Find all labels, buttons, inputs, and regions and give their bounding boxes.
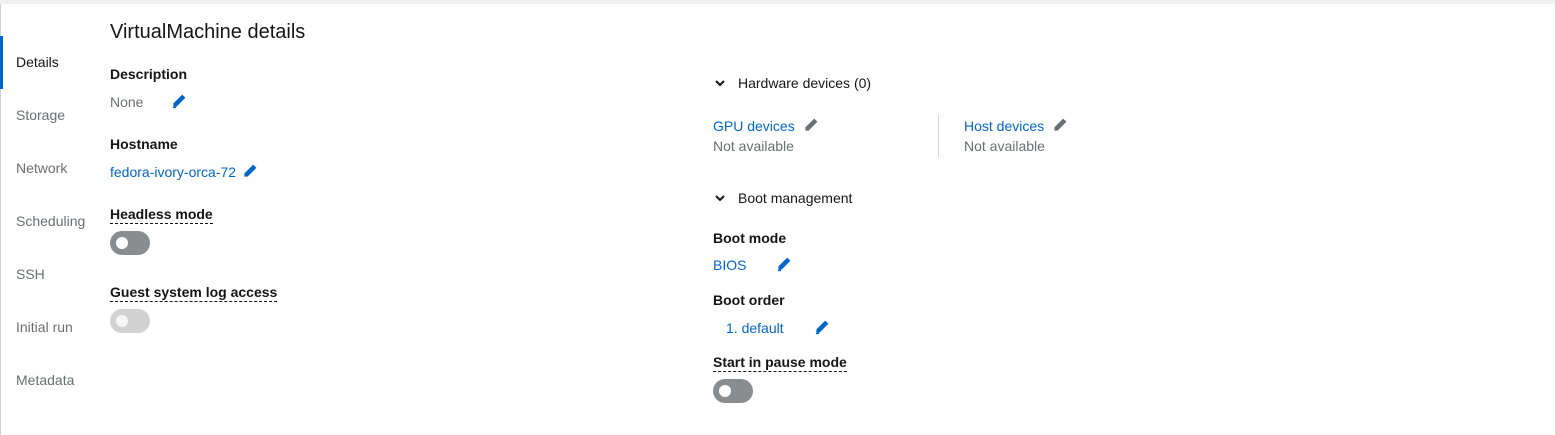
- guest-log-label: Guest system log access: [110, 284, 278, 302]
- boot-order-row: 1. default: [726, 319, 830, 336]
- nav-item-network[interactable]: Network: [0, 142, 100, 195]
- headless-mode-label-text: Headless mode: [110, 206, 213, 224]
- nav-item-details[interactable]: Details: [0, 36, 100, 89]
- nav-item-scheduling[interactable]: Scheduling: [0, 195, 100, 248]
- boot-mode-value: BIOS: [713, 257, 747, 273]
- chevron-down-icon: [715, 80, 725, 87]
- start-pause-label-text: Start in pause mode: [713, 354, 847, 372]
- top-bar: [0, 0, 1555, 4]
- nav-item-metadata[interactable]: Metadata: [0, 354, 100, 407]
- edit-description-pencil-icon[interactable]: [171, 93, 187, 109]
- boot-mode-label: Boot mode: [713, 230, 787, 246]
- guest-log-toggle[interactable]: [110, 309, 150, 333]
- edit-boot-order-pencil-icon[interactable]: [814, 319, 830, 335]
- edit-gpu-devices-pencil-icon[interactable]: [803, 117, 819, 133]
- nav-item-initial-run[interactable]: Initial run: [0, 301, 100, 354]
- gpu-devices-row: GPU devices: [713, 117, 819, 134]
- hostname-value: fedora-ivory-orca-72: [110, 164, 237, 180]
- hardware-divider: [938, 115, 939, 157]
- host-devices-row: Host devices: [964, 117, 1068, 134]
- nav-item-storage[interactable]: Storage: [0, 89, 100, 142]
- page-title: VirtualMachine details: [110, 21, 306, 43]
- host-devices-value: Not available: [964, 138, 1045, 154]
- host-devices-link[interactable]: Host devices: [964, 118, 1044, 134]
- boot-mode-row: BIOS: [713, 256, 792, 273]
- edit-hostname-pencil-icon[interactable]: [242, 163, 258, 179]
- headless-mode-toggle[interactable]: [110, 231, 150, 255]
- boot-management-section-toggle[interactable]: Boot management: [714, 190, 852, 206]
- description-row: None: [110, 93, 187, 110]
- description-value: None: [110, 94, 144, 110]
- hostname-row: fedora-ivory-orca-72: [110, 163, 258, 180]
- gpu-devices-value: Not available: [713, 138, 794, 154]
- boot-order-value: 1. default: [726, 320, 784, 336]
- start-pause-label: Start in pause mode: [713, 354, 847, 372]
- hardware-devices-section-toggle[interactable]: Hardware devices (0): [714, 75, 871, 91]
- guest-log-label-text: Guest system log access: [110, 284, 278, 302]
- start-pause-toggle[interactable]: [713, 379, 753, 403]
- headless-mode-label: Headless mode: [110, 206, 213, 224]
- boot-management-title: Boot management: [738, 190, 853, 206]
- boot-order-label: Boot order: [713, 292, 785, 308]
- edit-host-devices-pencil-icon[interactable]: [1052, 117, 1068, 133]
- gpu-devices-link[interactable]: GPU devices: [713, 118, 795, 134]
- chevron-down-icon: [715, 195, 725, 202]
- details-side-nav: Details Storage Network Scheduling SSH I…: [0, 36, 100, 407]
- hardware-devices-title: Hardware devices (0): [738, 75, 872, 91]
- edit-boot-mode-pencil-icon[interactable]: [776, 256, 792, 272]
- hostname-label: Hostname: [110, 136, 178, 152]
- description-label: Description: [110, 66, 188, 82]
- nav-item-ssh[interactable]: SSH: [0, 248, 100, 301]
